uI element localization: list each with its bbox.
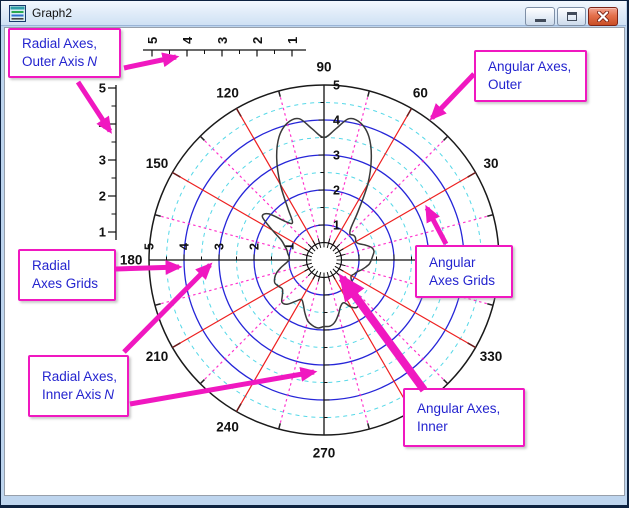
close-icon bbox=[597, 11, 609, 22]
callout-text: Outer bbox=[488, 77, 522, 92]
callout-text: Radial Axes, bbox=[22, 36, 97, 51]
callout-radial-axes-outer[interactable]: Radial Axes, Outer AxisN bbox=[8, 28, 121, 78]
callout-radial-axes-grids[interactable]: Radial Axes Grids bbox=[18, 249, 116, 301]
callout-text: Radial Axes, bbox=[42, 369, 117, 384]
callout-text: Radial bbox=[32, 258, 70, 273]
callout-angular-axes-grids[interactable]: Angular Axes Grids bbox=[415, 245, 513, 298]
titlebar[interactable]: Graph2 bbox=[1, 1, 626, 26]
callout-radial-axes-inner[interactable]: Radial Axes, Inner AxisN bbox=[28, 355, 129, 417]
callout-text: Angular Axes, bbox=[417, 401, 500, 416]
maximize-icon bbox=[567, 12, 577, 21]
minimize-icon bbox=[535, 19, 546, 22]
callout-text: Inner bbox=[417, 419, 448, 434]
callout-text: Axes Grids bbox=[32, 276, 98, 291]
callout-text: Angular Axes, bbox=[488, 59, 571, 74]
callout-text: Angular bbox=[429, 255, 476, 270]
callout-angular-axes-inner[interactable]: Angular Axes, Inner bbox=[403, 388, 525, 447]
graph-window-icon[interactable] bbox=[9, 5, 26, 22]
maximize-button[interactable] bbox=[557, 7, 586, 26]
callout-text: Outer Axis bbox=[22, 54, 84, 69]
graph-window: Graph2 306090120150180210240270330123451… bbox=[0, 0, 629, 508]
minimize-button[interactable] bbox=[525, 7, 555, 26]
callout-angular-axes-outer[interactable]: Angular Axes, Outer bbox=[474, 50, 587, 102]
callout-text: Axes Grids bbox=[429, 273, 495, 288]
callout-text: Inner Axis bbox=[42, 387, 101, 402]
close-button[interactable] bbox=[588, 7, 618, 26]
window-title: Graph2 bbox=[32, 6, 72, 20]
callout-text-italic: N bbox=[87, 54, 97, 69]
callout-text-italic: N bbox=[104, 387, 114, 402]
